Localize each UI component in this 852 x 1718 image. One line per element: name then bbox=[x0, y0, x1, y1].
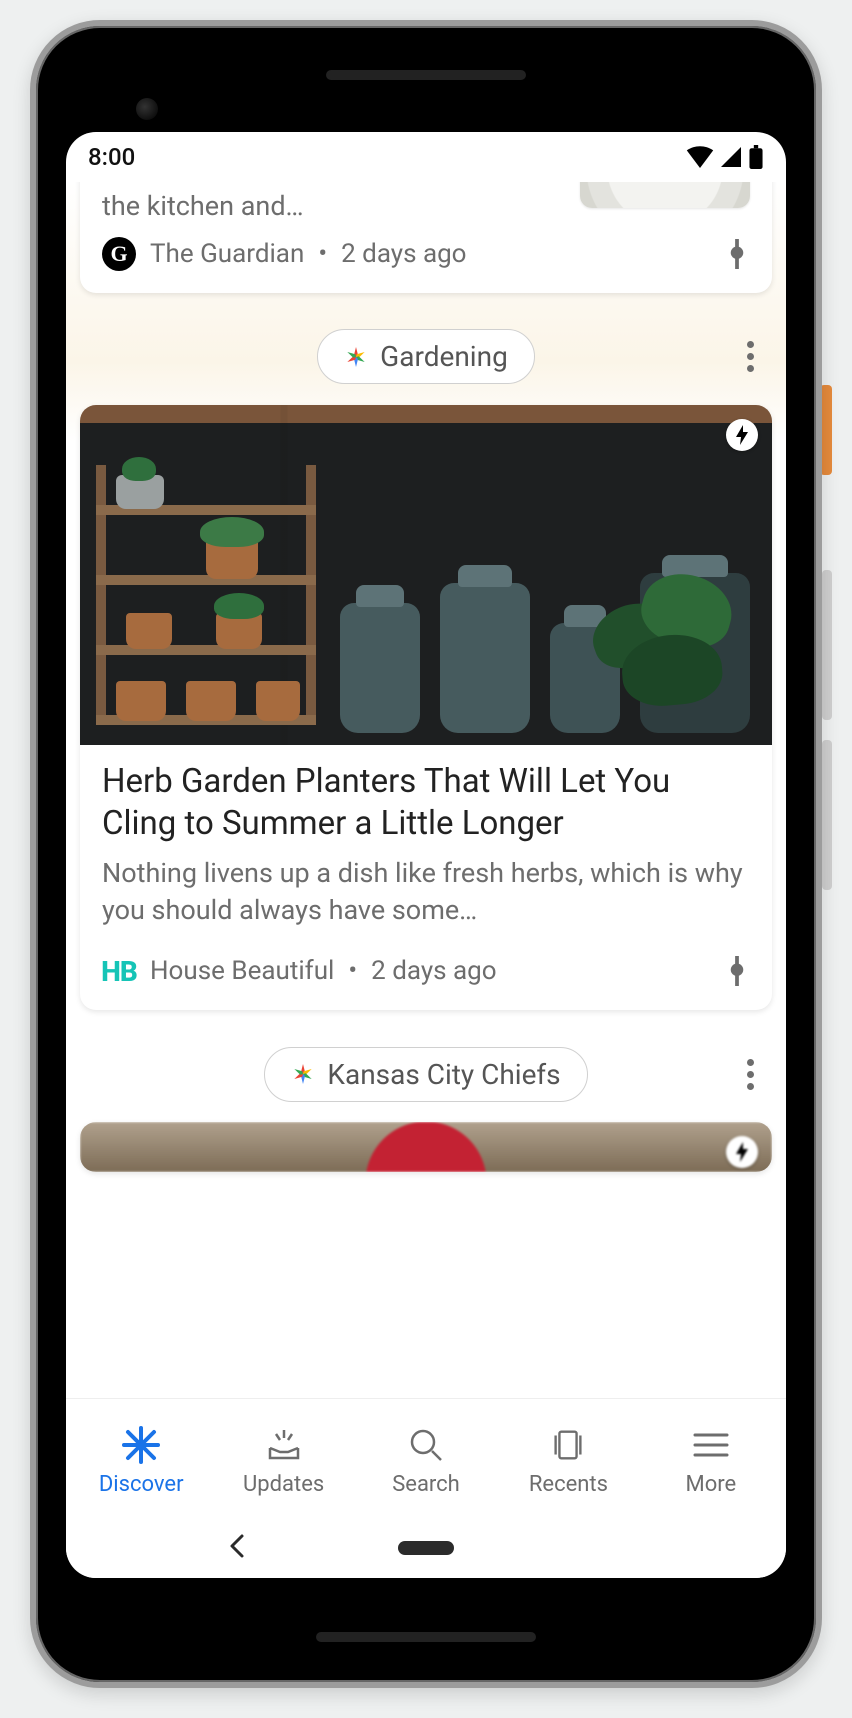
meta-separator: • bbox=[318, 239, 327, 269]
publisher-logo-guardian: G bbox=[102, 237, 136, 271]
more-icon bbox=[691, 1426, 731, 1464]
nav-discover[interactable]: Discover bbox=[70, 1426, 212, 1497]
topic-chip-gardening[interactable]: Gardening bbox=[317, 329, 535, 384]
nav-search[interactable]: Search bbox=[355, 1426, 497, 1497]
publisher-name: House Beautiful bbox=[150, 956, 334, 986]
feed-content[interactable]: The River Cafe chef on his mentors in th… bbox=[66, 182, 786, 1398]
amp-badge-icon bbox=[726, 419, 758, 451]
nav-more[interactable]: More bbox=[640, 1426, 782, 1497]
status-time: 8:00 bbox=[88, 143, 135, 171]
nav-label: Recents bbox=[529, 1472, 608, 1497]
nav-label: Discover bbox=[99, 1472, 184, 1497]
system-home-pill[interactable] bbox=[398, 1541, 454, 1555]
publisher-name: The Guardian bbox=[150, 239, 304, 269]
article-hero-image bbox=[80, 1122, 772, 1172]
cell-signal-icon bbox=[720, 147, 742, 167]
system-nav-bar bbox=[66, 1518, 786, 1578]
topic-row-chiefs: Kansas City Chiefs bbox=[66, 1046, 786, 1102]
amp-badge-icon bbox=[726, 1136, 758, 1168]
search-icon bbox=[406, 1426, 446, 1464]
article-card[interactable] bbox=[80, 1122, 772, 1172]
front-camera bbox=[136, 98, 158, 120]
topic-chip-chiefs[interactable]: Kansas City Chiefs bbox=[264, 1047, 587, 1102]
topic-label: Gardening bbox=[380, 340, 508, 373]
nav-label: More bbox=[685, 1472, 736, 1497]
article-snippet: Nothing livens up a dish like fresh herb… bbox=[102, 855, 750, 928]
topic-overflow-menu[interactable] bbox=[736, 1054, 764, 1094]
system-back-button[interactable] bbox=[226, 1532, 248, 1564]
bottom-nav: Discover Updates bbox=[66, 1398, 786, 1518]
article-title: Herb Garden Planters That Will Let You C… bbox=[102, 761, 750, 845]
topic-overflow-menu[interactable] bbox=[736, 337, 764, 377]
wifi-icon bbox=[686, 146, 714, 168]
discover-sparkle-icon bbox=[291, 1062, 315, 1086]
status-icons bbox=[686, 145, 764, 169]
publisher-logo-house-beautiful: HB bbox=[102, 954, 136, 988]
article-age: 2 days ago bbox=[341, 239, 466, 269]
nav-label: Updates bbox=[243, 1472, 324, 1497]
device-volume-up bbox=[822, 570, 832, 720]
meta-separator: • bbox=[348, 956, 357, 986]
device-volume-down bbox=[822, 740, 832, 890]
screen: 8:00 The River Cafe chef on his mentors … bbox=[66, 132, 786, 1578]
topic-row-gardening: Gardening bbox=[66, 329, 786, 385]
nav-recents[interactable]: Recents bbox=[497, 1426, 639, 1497]
updates-icon bbox=[264, 1426, 304, 1464]
customize-icon[interactable] bbox=[724, 239, 750, 269]
phone-frame: 8:00 The River Cafe chef on his mentors … bbox=[30, 20, 822, 1688]
article-card[interactable]: Herb Garden Planters That Will Let You C… bbox=[80, 405, 772, 1010]
battery-icon bbox=[748, 145, 764, 169]
status-bar: 8:00 bbox=[66, 132, 786, 182]
recents-icon bbox=[548, 1426, 588, 1464]
nav-label: Search bbox=[392, 1472, 460, 1497]
customize-icon[interactable] bbox=[724, 956, 750, 986]
article-hero-image bbox=[80, 405, 772, 745]
nav-updates[interactable]: Updates bbox=[212, 1426, 354, 1497]
article-thumbnail bbox=[580, 182, 750, 208]
topic-label: Kansas City Chiefs bbox=[327, 1058, 560, 1091]
discover-icon bbox=[121, 1426, 161, 1464]
article-snippet: The River Cafe chef on his mentors in th… bbox=[102, 182, 562, 225]
speaker-top bbox=[326, 70, 526, 80]
article-age: 2 days ago bbox=[371, 956, 496, 986]
article-card[interactable]: The River Cafe chef on his mentors in th… bbox=[80, 182, 772, 293]
discover-sparkle-icon bbox=[344, 345, 368, 369]
speaker-bottom bbox=[316, 1632, 536, 1642]
